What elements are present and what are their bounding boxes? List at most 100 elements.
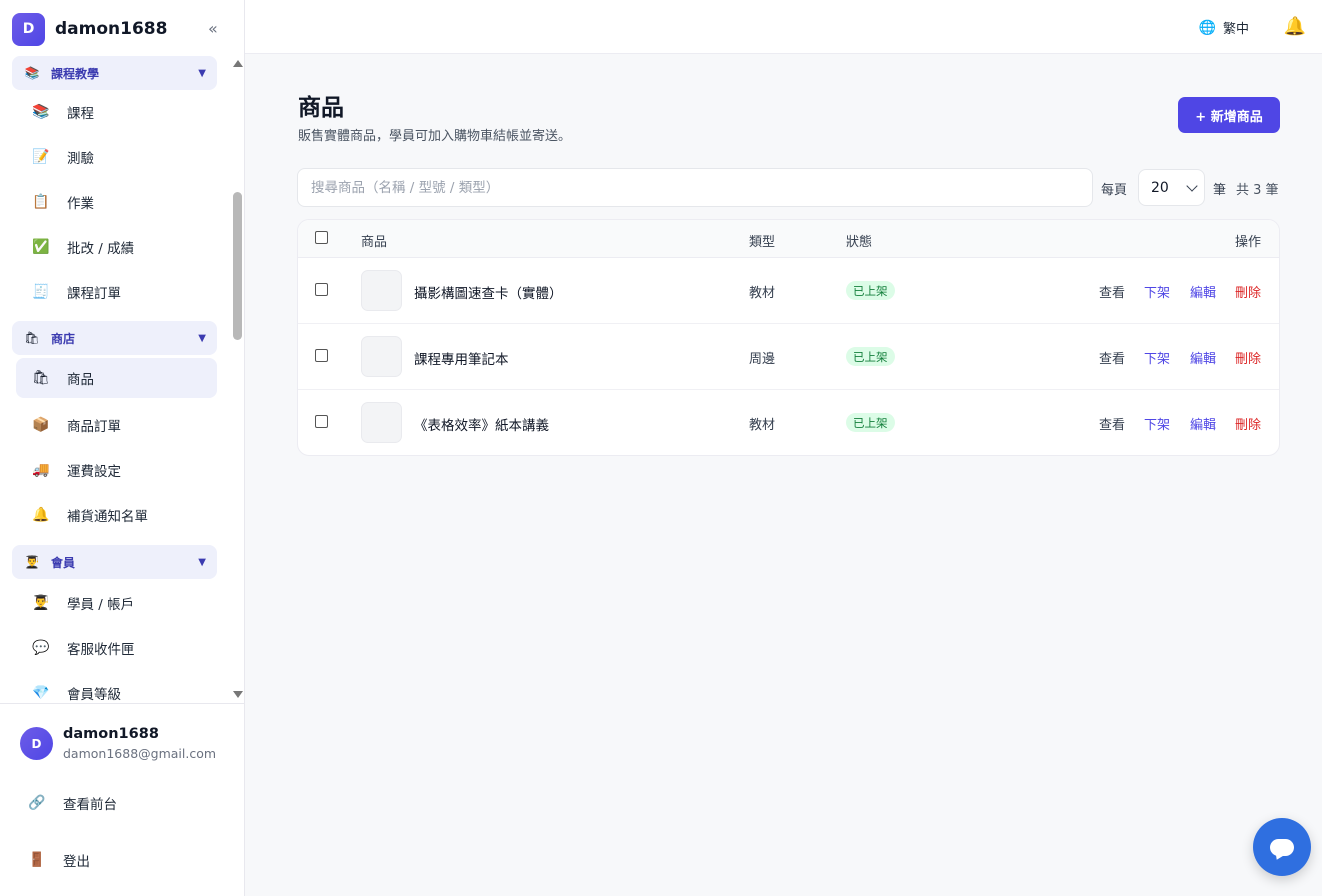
brand[interactable]: D damon1688 xyxy=(12,12,167,46)
nav-group-store[interactable]: 🛍 商店 ▼ xyxy=(12,321,217,355)
sidebar-item-label: 測驗 xyxy=(67,151,94,167)
brand-name: damon1688 xyxy=(55,19,168,39)
page-title: 商品 xyxy=(298,95,344,121)
per-page-unit: 筆 xyxy=(1213,183,1227,198)
clipboard-icon: 📋 xyxy=(32,194,50,210)
notification-bell-icon[interactable]: 🔔 xyxy=(1284,16,1306,37)
product-thumbnail xyxy=(361,402,402,443)
product-name: 《表格效率》紙本講義 xyxy=(414,418,549,434)
student-icon: 👨‍🎓 xyxy=(24,555,40,569)
view-storefront-link[interactable]: 🔗 查看前台 xyxy=(28,793,117,813)
product-name: 攝影構圖速查卡（實體） xyxy=(414,286,563,302)
sidebar-item-course-orders[interactable]: 🧾 課程訂單 xyxy=(16,272,217,312)
books-icon: 📚 xyxy=(24,66,40,80)
memo-icon: 📝 xyxy=(32,149,50,165)
unpublish-link[interactable]: 下架 xyxy=(1144,282,1170,301)
sidebar-item-products[interactable]: 🛍 商品 xyxy=(16,358,217,398)
column-header-type: 類型 xyxy=(749,235,776,250)
caret-down-icon: ▼ xyxy=(198,67,206,79)
product-thumbnail xyxy=(361,336,402,377)
product-name: 課程專用筆記本 xyxy=(414,352,509,368)
sidebar-item-label: 會員等級 xyxy=(67,687,121,701)
logout-link[interactable]: 🚪 登出 xyxy=(28,850,90,870)
delete-link[interactable]: 刪除 xyxy=(1235,348,1261,367)
sidebar-item-quizzes[interactable]: 📝 測驗 xyxy=(16,137,217,177)
delete-link[interactable]: 刪除 xyxy=(1235,282,1261,301)
view-link[interactable]: 查看 xyxy=(1099,348,1125,367)
sidebar-item-label: 客服收件匣 xyxy=(67,642,135,658)
scroll-up-arrow-icon[interactable] xyxy=(233,60,243,67)
chat-button[interactable] xyxy=(1253,818,1311,876)
language-switcher[interactable]: 🌐 繁中 xyxy=(1199,18,1249,38)
check-mark-icon: ✅ xyxy=(32,239,50,255)
sidebar-item-courses[interactable]: 📚 課程 xyxy=(16,92,217,132)
unpublish-link[interactable]: 下架 xyxy=(1144,348,1170,367)
books-icon: 📚 xyxy=(32,104,50,120)
sidebar-item-support-inbox[interactable]: 💬 客服收件匣 xyxy=(16,628,217,668)
logout-label: 登出 xyxy=(63,854,90,870)
column-header-product: 商品 xyxy=(361,235,388,250)
view-link[interactable]: 查看 xyxy=(1099,282,1125,301)
row-checkbox[interactable] xyxy=(315,349,328,362)
row-checkbox[interactable] xyxy=(315,283,328,296)
nav-group-members[interactable]: 👨‍🎓 會員 ▼ xyxy=(12,545,217,579)
avatar[interactable]: D xyxy=(20,727,53,760)
sidebar-item-member-levels[interactable]: 💎 會員等級 xyxy=(16,673,217,701)
table-row[interactable]: 攝影構圖速查卡（實體） 教材 已上架 查看 下架 編輯 刪除 xyxy=(298,258,1279,324)
bell-icon: 🔔 xyxy=(32,507,50,523)
table-row[interactable]: 《表格效率》紙本講義 教材 已上架 查看 下架 編輯 刪除 xyxy=(298,390,1279,455)
truck-icon: 🚚 xyxy=(32,462,50,478)
gem-icon: 💎 xyxy=(32,685,50,701)
sidebar-scrollbar[interactable] xyxy=(231,56,244,701)
brand-avatar: D xyxy=(12,12,45,46)
delete-link[interactable]: 刪除 xyxy=(1235,414,1261,433)
search-input[interactable] xyxy=(297,168,1093,207)
sidebar-nav: 📚 課程教學 ▼ 📚 課程 📝 測驗 📋 作業 ✅ 批改 / 成績 🧾 課程訂單… xyxy=(0,56,230,701)
product-type: 教材 xyxy=(749,286,776,301)
sidebar-item-label: 作業 xyxy=(67,196,94,212)
select-all-checkbox[interactable] xyxy=(315,231,328,244)
edit-link[interactable]: 編輯 xyxy=(1190,348,1216,367)
status-badge: 已上架 xyxy=(846,413,895,432)
nav-group-label: 會員 xyxy=(51,555,76,570)
product-type: 周邊 xyxy=(749,352,776,367)
shopping-bags-icon: 🛍 xyxy=(32,370,50,386)
shopping-bag-icon: 🛍 xyxy=(24,331,40,345)
products-table: 商品 類型 狀態 操作 攝影構圖速查卡（實體） 教材 已上架 查看 下架 編輯 … xyxy=(297,219,1280,456)
link-icon: 🔗 xyxy=(28,795,46,811)
sidebar-item-students[interactable]: 👨‍🎓 學員 / 帳戶 xyxy=(16,583,217,623)
sidebar-item-product-orders[interactable]: 📦 商品訂單 xyxy=(16,405,217,445)
sidebar-item-grading[interactable]: ✅ 批改 / 成績 xyxy=(16,227,217,267)
chevron-down-icon xyxy=(1186,180,1198,192)
caret-down-icon: ▼ xyxy=(198,556,206,568)
scrollbar-thumb[interactable] xyxy=(233,192,242,340)
nav-group-course-teaching[interactable]: 📚 課程教學 ▼ xyxy=(12,56,217,90)
scroll-down-arrow-icon[interactable] xyxy=(233,691,243,698)
edit-link[interactable]: 編輯 xyxy=(1190,282,1216,301)
view-link[interactable]: 查看 xyxy=(1099,414,1125,433)
table-row[interactable]: 課程專用筆記本 周邊 已上架 查看 下架 編輯 刪除 xyxy=(298,324,1279,390)
chat-bubble-icon xyxy=(1270,838,1294,856)
sidebar-item-label: 學員 / 帳戶 xyxy=(67,597,135,613)
sidebar-item-label: 商品 xyxy=(67,372,94,388)
table-header: 商品 類型 狀態 操作 xyxy=(298,220,1279,258)
user-name: damon1688 xyxy=(63,726,159,742)
sidebar-item-label: 補貨通知名單 xyxy=(67,509,148,525)
sidebar-item-shipping-settings[interactable]: 🚚 運費設定 xyxy=(16,450,217,490)
total-count: 共 3 筆 xyxy=(1236,183,1279,198)
row-checkbox[interactable] xyxy=(315,415,328,428)
receipt-icon: 🧾 xyxy=(32,284,50,300)
sidebar-item-assignments[interactable]: 📋 作業 xyxy=(16,182,217,222)
per-page-select[interactable]: 20 xyxy=(1138,169,1205,206)
user-section: D damon1688 damon1688@gmail.com 🔗 查看前台 🚪… xyxy=(0,703,244,896)
door-icon: 🚪 xyxy=(28,852,46,868)
unpublish-link[interactable]: 下架 xyxy=(1144,414,1170,433)
product-type: 教材 xyxy=(749,418,776,433)
collapse-sidebar-button[interactable]: « xyxy=(208,19,218,38)
package-icon: 📦 xyxy=(32,417,50,433)
caret-down-icon: ▼ xyxy=(198,332,206,344)
edit-link[interactable]: 編輯 xyxy=(1190,414,1216,433)
sidebar-item-label: 批改 / 成績 xyxy=(67,241,135,257)
sidebar-item-restock-notify[interactable]: 🔔 補貨通知名單 xyxy=(16,495,217,535)
add-product-button[interactable]: + 新增商品 xyxy=(1178,97,1280,133)
